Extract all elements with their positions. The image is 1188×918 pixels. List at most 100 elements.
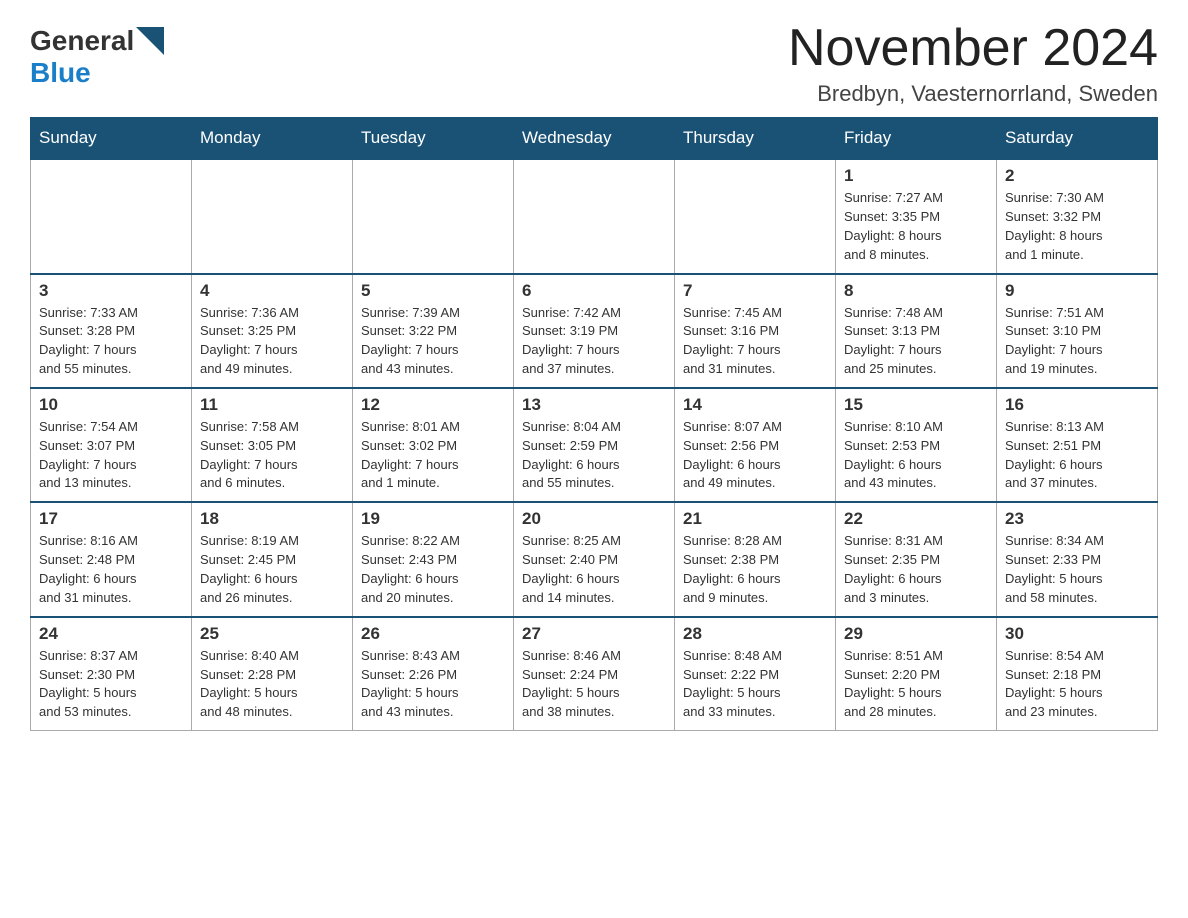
day-number: 23: [1005, 509, 1149, 529]
day-number: 9: [1005, 281, 1149, 301]
logo-general-text: General: [30, 25, 134, 57]
calendar-cell: 19Sunrise: 8:22 AM Sunset: 2:43 PM Dayli…: [353, 502, 514, 616]
logo-arrow-icon: [136, 27, 164, 55]
calendar-cell: 4 Sunrise: 7:36 AM Sunset: 3:25 PM Daylig…: [192, 274, 353, 388]
day-number: 27: [522, 624, 666, 644]
day-info: Sunrise: 8:07 AM Sunset: 2:56 PM Dayligh…: [683, 418, 827, 493]
day-number: 28: [683, 624, 827, 644]
day-info: Sunrise: 8:04 AM Sunset: 2:59 PM Dayligh…: [522, 418, 666, 493]
week-row-1: 1Sunrise: 7:27 AM Sunset: 3:35 PM Daylig…: [31, 159, 1158, 273]
calendar-cell: 1Sunrise: 7:27 AM Sunset: 3:35 PM Daylig…: [836, 159, 997, 273]
day-info: Sunrise: 7:42 AM Sunset: 3:19 PM Dayligh…: [522, 304, 666, 379]
day-info: Sunrise: 8:43 AM Sunset: 2:26 PM Dayligh…: [361, 647, 505, 722]
calendar-cell: 16 Sunrise: 8:13 AM Sunset: 2:51 PM Dayli…: [997, 388, 1158, 502]
weekday-header-wednesday: Wednesday: [514, 118, 675, 160]
week-row-5: 24Sunrise: 8:37 AM Sunset: 2:30 PM Dayli…: [31, 617, 1158, 731]
calendar-cell: 2 Sunrise: 7:30 AM Sunset: 3:32 PM Daylig…: [997, 159, 1158, 273]
calendar-cell: [675, 159, 836, 273]
calendar-cell: 10 Sunrise: 7:54 AM Sunset: 3:07 PM Dayli…: [31, 388, 192, 502]
day-number: 30: [1005, 624, 1149, 644]
day-number: 14: [683, 395, 827, 415]
title-block: November 2024 Bredbyn, Vaesternorrland, …: [788, 20, 1158, 107]
day-info: Sunrise: 8:28 AM Sunset: 2:38 PM Dayligh…: [683, 532, 827, 607]
calendar-cell: 30 Sunrise: 8:54 AM Sunset: 2:18 PM Dayli…: [997, 617, 1158, 731]
calendar-cell: 18 Sunrise: 8:19 AM Sunset: 2:45 PM Dayli…: [192, 502, 353, 616]
weekday-header-row: SundayMondayTuesdayWednesdayThursdayFrid…: [31, 118, 1158, 160]
day-info: Sunrise: 8:40 AM Sunset: 2:28 PM Dayligh…: [200, 647, 344, 722]
day-number: 3: [39, 281, 183, 301]
day-number: 16: [1005, 395, 1149, 415]
day-info: Sunrise: 7:51 AM Sunset: 3:10 PM Dayligh…: [1005, 304, 1149, 379]
weekday-header-saturday: Saturday: [997, 118, 1158, 160]
calendar-cell: 27 Sunrise: 8:46 AM Sunset: 2:24 PM Dayli…: [514, 617, 675, 731]
day-number: 7: [683, 281, 827, 301]
day-number: 4: [200, 281, 344, 301]
calendar-cell: 22 Sunrise: 8:31 AM Sunset: 2:35 PM Dayli…: [836, 502, 997, 616]
weekday-header-tuesday: Tuesday: [353, 118, 514, 160]
week-row-4: 17 Sunrise: 8:16 AM Sunset: 2:48 PM Dayli…: [31, 502, 1158, 616]
day-info: Sunrise: 8:48 AM Sunset: 2:22 PM Dayligh…: [683, 647, 827, 722]
month-title: November 2024: [788, 20, 1158, 77]
day-number: 17: [39, 509, 183, 529]
day-number: 20: [522, 509, 666, 529]
calendar-cell: 23 Sunrise: 8:34 AM Sunset: 2:33 PM Dayli…: [997, 502, 1158, 616]
day-info: Sunrise: 7:27 AM Sunset: 3:35 PM Dayligh…: [844, 189, 988, 264]
day-number: 21: [683, 509, 827, 529]
calendar-cell: 17 Sunrise: 8:16 AM Sunset: 2:48 PM Dayli…: [31, 502, 192, 616]
day-number: 15: [844, 395, 988, 415]
day-info: Sunrise: 8:10 AM Sunset: 2:53 PM Dayligh…: [844, 418, 988, 493]
calendar-cell: 5 Sunrise: 7:39 AM Sunset: 3:22 PM Daylig…: [353, 274, 514, 388]
calendar-cell: 6 Sunrise: 7:42 AM Sunset: 3:19 PM Daylig…: [514, 274, 675, 388]
calendar-cell: [514, 159, 675, 273]
day-info: Sunrise: 8:13 AM Sunset: 2:51 PM Dayligh…: [1005, 418, 1149, 493]
day-number: 18: [200, 509, 344, 529]
calendar-cell: 15 Sunrise: 8:10 AM Sunset: 2:53 PM Dayli…: [836, 388, 997, 502]
day-info: Sunrise: 7:36 AM Sunset: 3:25 PM Dayligh…: [200, 304, 344, 379]
day-info: Sunrise: 8:31 AM Sunset: 2:35 PM Dayligh…: [844, 532, 988, 607]
day-number: 11: [200, 395, 344, 415]
location-text: Bredbyn, Vaesternorrland, Sweden: [788, 81, 1158, 107]
logo: General Blue: [30, 20, 164, 89]
logo-blue-text: Blue: [30, 57, 91, 88]
day-number: 13: [522, 395, 666, 415]
day-info: Sunrise: 7:33 AM Sunset: 3:28 PM Dayligh…: [39, 304, 183, 379]
day-number: 2: [1005, 166, 1149, 186]
day-info: Sunrise: 8:16 AM Sunset: 2:48 PM Dayligh…: [39, 532, 183, 607]
calendar-cell: 24Sunrise: 8:37 AM Sunset: 2:30 PM Dayli…: [31, 617, 192, 731]
calendar-table: SundayMondayTuesdayWednesdayThursdayFrid…: [30, 117, 1158, 731]
day-info: Sunrise: 8:51 AM Sunset: 2:20 PM Dayligh…: [844, 647, 988, 722]
day-info: Sunrise: 8:01 AM Sunset: 3:02 PM Dayligh…: [361, 418, 505, 493]
day-number: 25: [200, 624, 344, 644]
day-number: 10: [39, 395, 183, 415]
day-info: Sunrise: 8:46 AM Sunset: 2:24 PM Dayligh…: [522, 647, 666, 722]
calendar-cell: [192, 159, 353, 273]
day-info: Sunrise: 7:30 AM Sunset: 3:32 PM Dayligh…: [1005, 189, 1149, 264]
page-header: General Blue November 2024 Bredbyn, Vaes…: [30, 20, 1158, 107]
week-row-3: 10 Sunrise: 7:54 AM Sunset: 3:07 PM Dayli…: [31, 388, 1158, 502]
day-number: 8: [844, 281, 988, 301]
day-number: 5: [361, 281, 505, 301]
day-info: Sunrise: 8:54 AM Sunset: 2:18 PM Dayligh…: [1005, 647, 1149, 722]
day-info: Sunrise: 7:39 AM Sunset: 3:22 PM Dayligh…: [361, 304, 505, 379]
weekday-header-friday: Friday: [836, 118, 997, 160]
day-info: Sunrise: 8:22 AM Sunset: 2:43 PM Dayligh…: [361, 532, 505, 607]
calendar-cell: 12Sunrise: 8:01 AM Sunset: 3:02 PM Dayli…: [353, 388, 514, 502]
calendar-cell: 8 Sunrise: 7:48 AM Sunset: 3:13 PM Daylig…: [836, 274, 997, 388]
day-number: 6: [522, 281, 666, 301]
day-info: Sunrise: 8:25 AM Sunset: 2:40 PM Dayligh…: [522, 532, 666, 607]
calendar-cell: [353, 159, 514, 273]
day-info: Sunrise: 7:58 AM Sunset: 3:05 PM Dayligh…: [200, 418, 344, 493]
day-info: Sunrise: 7:54 AM Sunset: 3:07 PM Dayligh…: [39, 418, 183, 493]
calendar-cell: 28 Sunrise: 8:48 AM Sunset: 2:22 PM Dayli…: [675, 617, 836, 731]
day-info: Sunrise: 7:48 AM Sunset: 3:13 PM Dayligh…: [844, 304, 988, 379]
day-info: Sunrise: 8:19 AM Sunset: 2:45 PM Dayligh…: [200, 532, 344, 607]
calendar-cell: 13 Sunrise: 8:04 AM Sunset: 2:59 PM Dayli…: [514, 388, 675, 502]
calendar-cell: 3 Sunrise: 7:33 AM Sunset: 3:28 PM Daylig…: [31, 274, 192, 388]
weekday-header-thursday: Thursday: [675, 118, 836, 160]
weekday-header-monday: Monday: [192, 118, 353, 160]
day-info: Sunrise: 8:34 AM Sunset: 2:33 PM Dayligh…: [1005, 532, 1149, 607]
calendar-cell: 21 Sunrise: 8:28 AM Sunset: 2:38 PM Dayli…: [675, 502, 836, 616]
day-info: Sunrise: 7:45 AM Sunset: 3:16 PM Dayligh…: [683, 304, 827, 379]
calendar-cell: 7 Sunrise: 7:45 AM Sunset: 3:16 PM Daylig…: [675, 274, 836, 388]
day-number: 22: [844, 509, 988, 529]
